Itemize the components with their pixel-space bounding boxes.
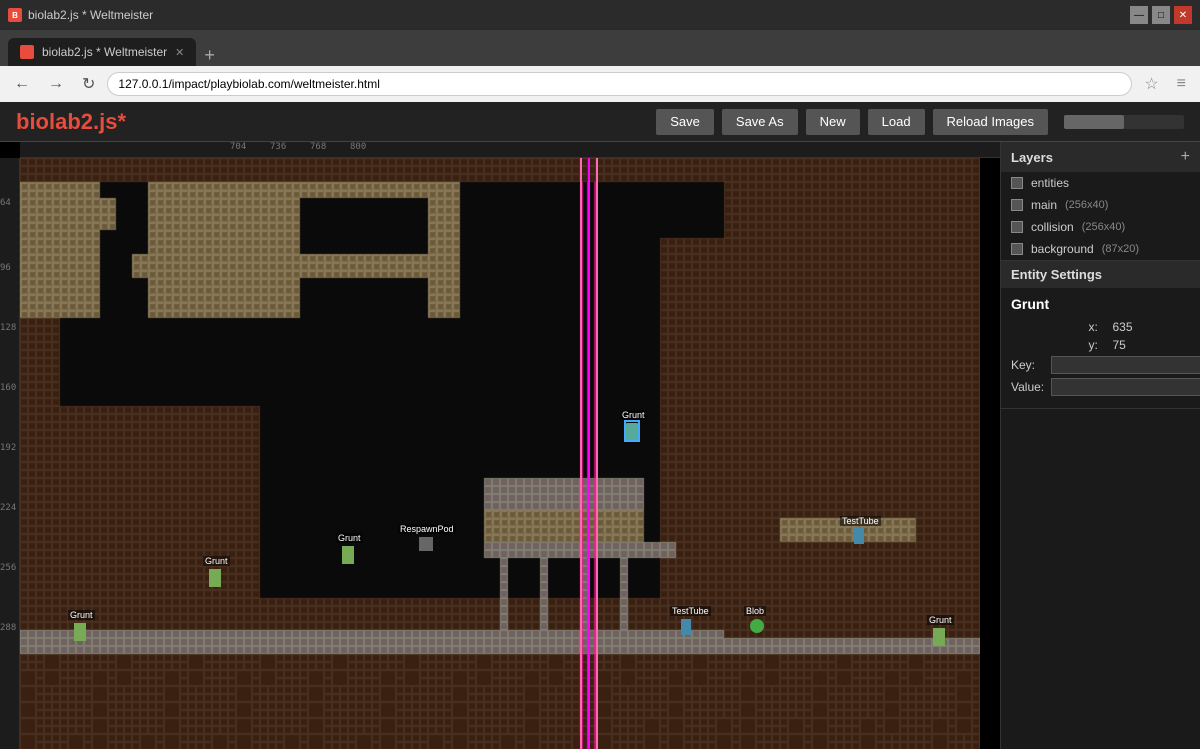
entity-x-value: 635 xyxy=(1113,320,1191,334)
layers-header: Layers + xyxy=(1001,142,1200,172)
entity-y-value: 75 xyxy=(1113,338,1191,352)
layer-checkbox-main[interactable] xyxy=(1011,199,1023,211)
ruler-mark-736: 736 xyxy=(270,142,286,152)
add-layer-button[interactable]: + xyxy=(1181,148,1190,166)
minimize-button[interactable]: — xyxy=(1130,6,1148,24)
tab-favicon xyxy=(20,45,34,59)
layer-collision[interactable]: collision (256x40) xyxy=(1001,216,1200,238)
right-panel: Layers + entities main (256x40) collisio… xyxy=(1000,142,1200,749)
layer-size-background: (87x20) xyxy=(1102,243,1139,255)
new-tab-button[interactable]: + xyxy=(196,45,223,66)
ruler-mark-64: 64 xyxy=(0,198,11,208)
layer-name-collision: collision xyxy=(1031,220,1074,234)
menu-icon[interactable]: ≡ xyxy=(1171,71,1192,97)
layers-section: Layers + entities main (256x40) collisio… xyxy=(1001,142,1200,261)
entity-y-field: y: 75 xyxy=(1011,338,1190,352)
entity-settings-section: Entity Settings Grunt x: 635 y: 75 xyxy=(1001,261,1200,409)
layer-name-entities: entities xyxy=(1031,176,1069,190)
ruler-mark-224: 224 xyxy=(0,503,16,513)
layer-name-background: background xyxy=(1031,242,1094,256)
entity-value-label: Value: xyxy=(1011,380,1051,394)
reload-button[interactable]: ↻ xyxy=(76,70,101,98)
save-as-button[interactable]: Save As xyxy=(722,109,798,135)
entity-key-label: Key: xyxy=(1011,358,1051,372)
ruler-left: 64 96 128 160 192 224 256 288 xyxy=(0,158,20,749)
save-button[interactable]: Save xyxy=(656,109,714,135)
title-bar: B biolab2.js * Weltmeister — □ ✕ xyxy=(0,0,1200,30)
close-button[interactable]: ✕ xyxy=(1174,6,1192,24)
active-tab[interactable]: biolab2.js * Weltmeister ✕ xyxy=(8,38,196,66)
layers-title: Layers xyxy=(1011,150,1053,165)
reload-images-button[interactable]: Reload Images xyxy=(933,109,1048,135)
layer-background[interactable]: background (87x20) xyxy=(1001,238,1200,260)
main-content: 704 736 768 800 64 96 128 160 192 224 25… xyxy=(0,142,1200,749)
layer-checkbox-collision[interactable] xyxy=(1011,221,1023,233)
entity-x-field: x: 635 xyxy=(1011,320,1190,334)
ruler-mark-256: 256 xyxy=(0,563,16,573)
entity-settings-title: Entity Settings xyxy=(1011,267,1102,282)
scroll-indicator xyxy=(1064,115,1184,129)
canvas-area[interactable]: 704 736 768 800 64 96 128 160 192 224 25… xyxy=(0,142,1000,749)
entity-key-row: Key: xyxy=(1011,356,1190,374)
entity-settings-content: Grunt x: 635 y: 75 Key: xyxy=(1001,288,1200,408)
ruler-mark-160: 160 xyxy=(0,383,16,393)
layer-name-main: main xyxy=(1031,198,1057,212)
game-canvas[interactable] xyxy=(20,158,980,749)
ruler-mark-192: 192 xyxy=(0,443,16,453)
tab-bar: biolab2.js * Weltmeister ✕ + xyxy=(0,30,1200,66)
back-button[interactable]: ← xyxy=(8,71,36,97)
entity-value-row: Value: xyxy=(1011,378,1190,396)
app-title: biolab2.js* xyxy=(16,109,126,135)
layer-checkbox-background[interactable] xyxy=(1011,243,1023,255)
maximize-button[interactable]: □ xyxy=(1152,6,1170,24)
app-toolbar: biolab2.js* Save Save As New Load Reload… xyxy=(0,102,1200,142)
scroll-thumb[interactable] xyxy=(1064,115,1124,129)
layer-entities[interactable]: entities xyxy=(1001,172,1200,194)
ruler-mark-288: 288 xyxy=(0,623,16,633)
layer-checkbox-entities[interactable] xyxy=(1011,177,1023,189)
window-title: biolab2.js * Weltmeister xyxy=(28,8,153,22)
ruler-mark-800: 800 xyxy=(350,142,366,152)
new-button[interactable]: New xyxy=(806,109,860,135)
ruler-mark-96: 96 xyxy=(0,263,11,273)
load-button[interactable]: Load xyxy=(868,109,925,135)
ruler-mark-128: 128 xyxy=(0,323,16,333)
entity-x-label: x: xyxy=(1089,320,1113,334)
tab-label: biolab2.js * Weltmeister xyxy=(42,45,167,59)
entity-value-input[interactable] xyxy=(1051,378,1200,396)
selected-entity-name: Grunt xyxy=(1011,296,1190,312)
ruler-top: 704 736 768 800 xyxy=(20,142,1000,158)
layer-main[interactable]: main (256x40) xyxy=(1001,194,1200,216)
ruler-mark-768: 768 xyxy=(310,142,326,152)
entity-y-label: y: xyxy=(1089,338,1113,352)
forward-button[interactable]: → xyxy=(42,71,70,97)
entity-key-input[interactable] xyxy=(1051,356,1200,374)
app-container: biolab2.js* Save Save As New Load Reload… xyxy=(0,102,1200,749)
entity-settings-header: Entity Settings xyxy=(1001,261,1200,288)
layer-size-collision: (256x40) xyxy=(1082,221,1125,233)
bookmark-icon[interactable]: ☆ xyxy=(1138,70,1164,98)
address-bar[interactable] xyxy=(107,72,1132,96)
tab-close-icon[interactable]: ✕ xyxy=(175,46,184,59)
layer-size-main: (256x40) xyxy=(1065,199,1108,211)
ruler-mark-704: 704 xyxy=(230,142,246,152)
nav-bar: ← → ↻ ☆ ≡ xyxy=(0,66,1200,102)
